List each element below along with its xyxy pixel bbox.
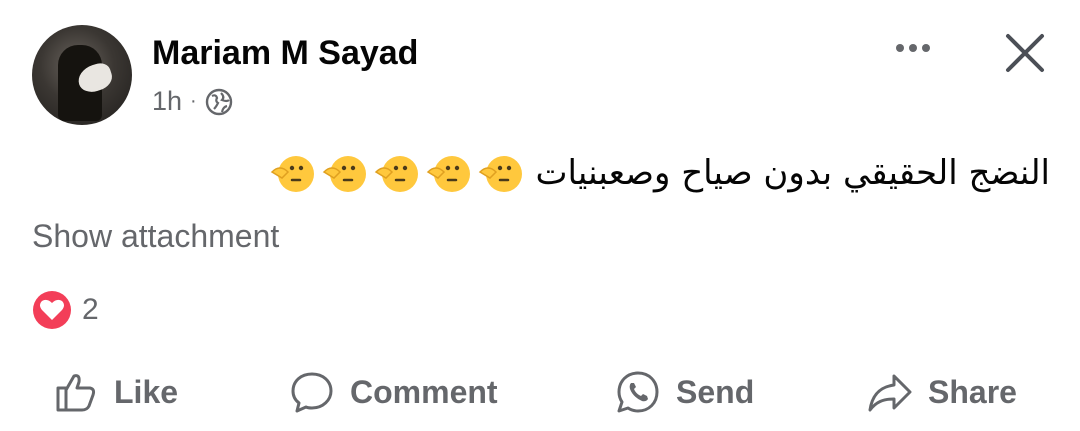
author-avatar[interactable] bbox=[32, 25, 132, 125]
shushing-face-icon bbox=[426, 156, 470, 192]
meta-separator: · bbox=[190, 90, 197, 112]
comment-bubble-icon bbox=[291, 372, 333, 413]
emoji-row bbox=[270, 150, 524, 196]
love-reaction-icon bbox=[33, 291, 71, 329]
thumbs-up-icon bbox=[56, 374, 96, 412]
send-button[interactable]: Send bbox=[614, 368, 754, 416]
send-label: Send bbox=[676, 373, 755, 410]
globe-icon bbox=[205, 88, 232, 115]
post-time[interactable]: 1h bbox=[152, 86, 182, 117]
reaction-count: 2 bbox=[82, 293, 99, 326]
reaction-summary[interactable]: 2 bbox=[32, 290, 99, 330]
post-text-content: النضج الحقيقي بدون صياح وصعبنيات bbox=[535, 153, 1050, 193]
shushing-face-icon bbox=[322, 156, 366, 192]
action-bar: Like Comment Send Share bbox=[0, 368, 1080, 428]
share-button[interactable]: Share bbox=[866, 368, 1017, 416]
comment-label: Comment bbox=[350, 373, 498, 410]
close-icon[interactable] bbox=[1000, 28, 1050, 78]
shushing-face-icon bbox=[270, 156, 314, 192]
whatsapp-icon bbox=[617, 371, 659, 413]
comment-button[interactable]: Comment bbox=[288, 368, 498, 416]
post-meta: 1h · bbox=[152, 86, 233, 117]
show-attachment-link[interactable]: Show attachment bbox=[32, 218, 279, 255]
author-name[interactable]: Mariam M Sayad bbox=[152, 34, 418, 73]
share-arrow-icon bbox=[868, 374, 912, 412]
post-text: النضج الحقيقي بدون صياح وصعبنيات bbox=[270, 150, 1050, 196]
shushing-face-icon bbox=[374, 156, 418, 192]
shushing-face-icon bbox=[478, 156, 522, 192]
more-options-icon[interactable] bbox=[888, 26, 938, 70]
like-button[interactable]: Like bbox=[52, 368, 178, 416]
like-label: Like bbox=[114, 373, 179, 410]
share-label: Share bbox=[928, 373, 1017, 410]
